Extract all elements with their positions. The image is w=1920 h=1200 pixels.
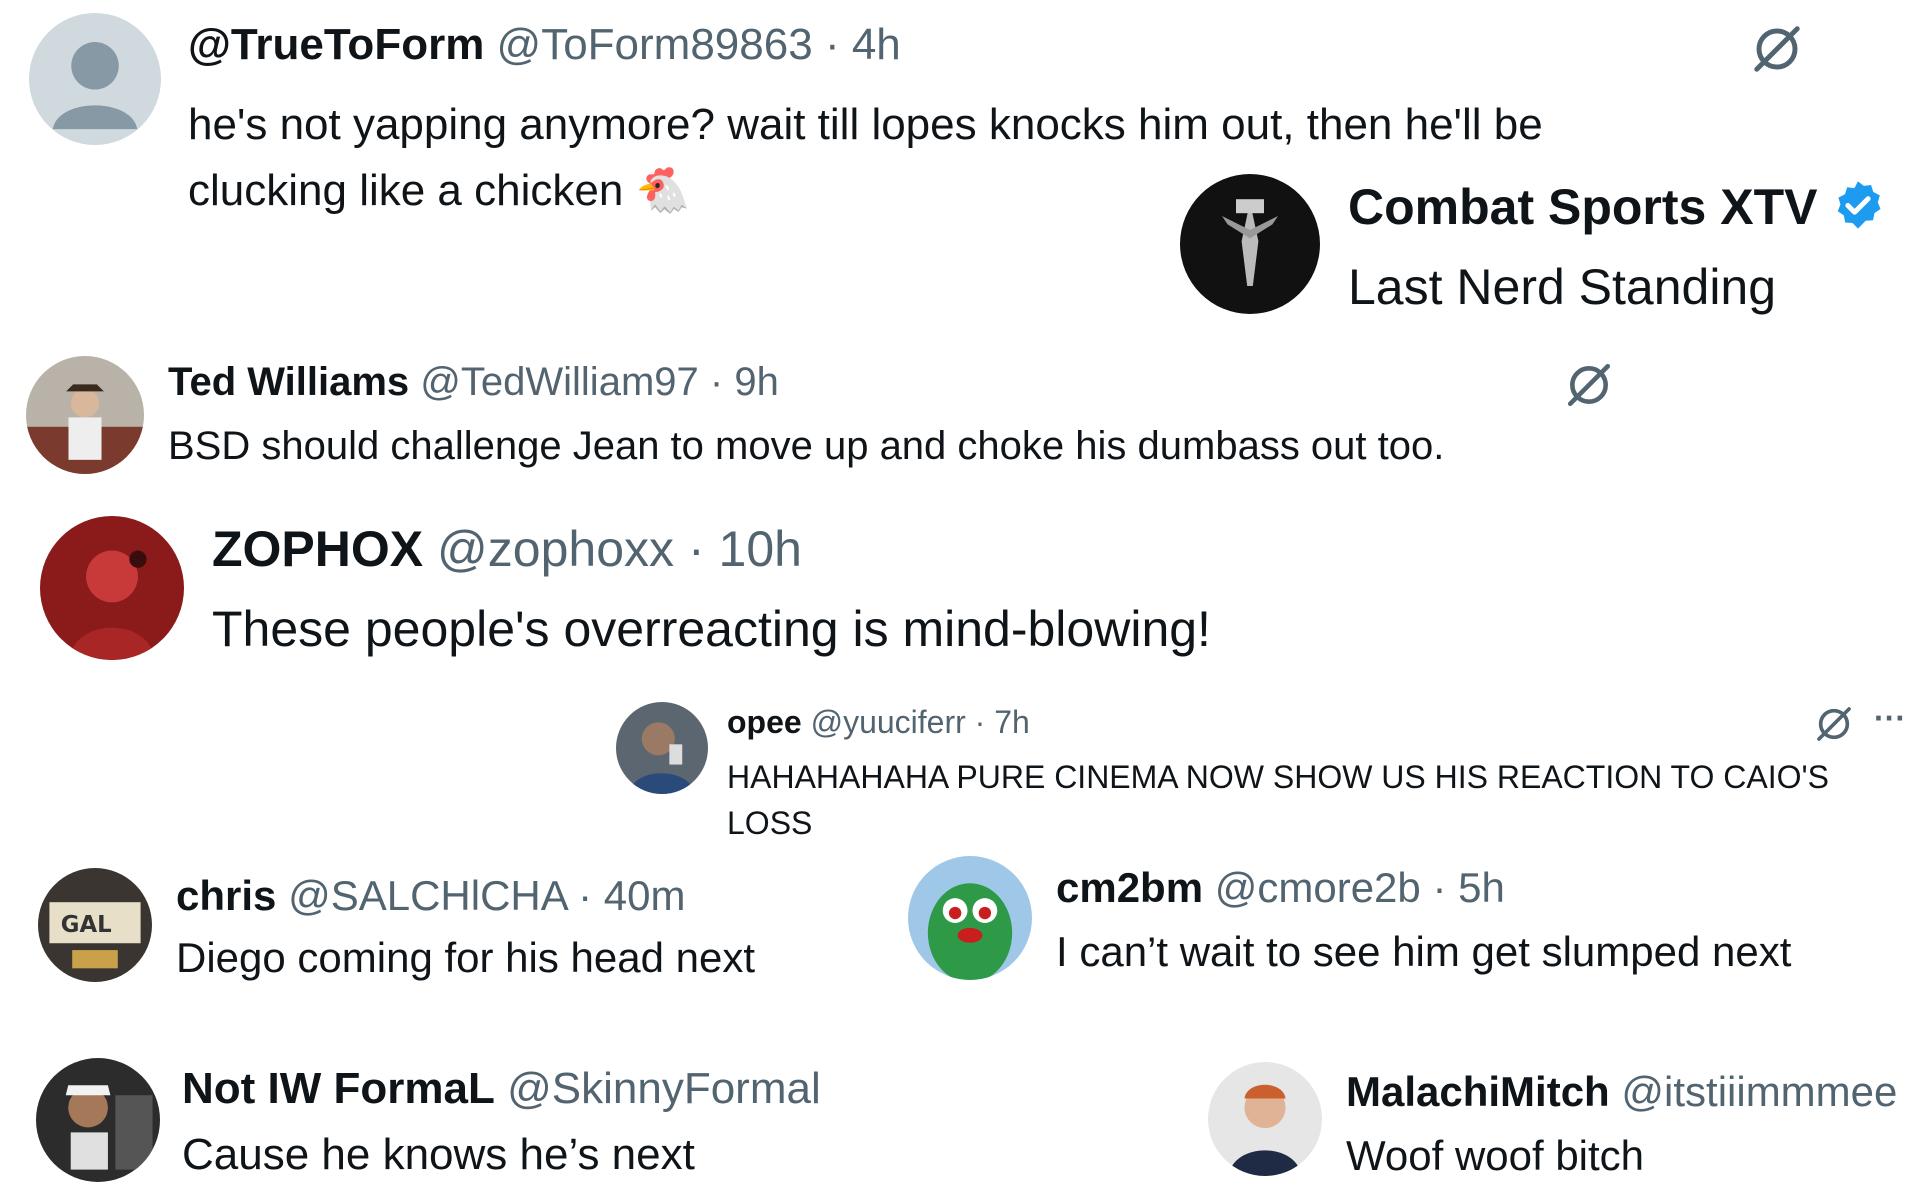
post-text: HAHAHAHAHA PURE CINEMA NOW SHOW US HIS R… <box>727 754 1907 846</box>
separator: · <box>824 20 840 69</box>
grok-icon[interactable] <box>1814 704 1854 744</box>
user-handle[interactable]: @itstiiimmmee <box>1621 1068 1897 1115</box>
timestamp[interactable]: 7h <box>994 704 1030 740</box>
display-name[interactable]: chris <box>176 872 276 919</box>
post-header: chris @SALCHlCHA · 40m <box>176 872 685 920</box>
display-name[interactable]: opee <box>727 704 802 740</box>
svg-text:GAL: GAL <box>61 912 112 938</box>
zophox-avatar[interactable] <box>40 516 184 660</box>
separator: · <box>974 704 986 740</box>
profile-subtitle: Last Nerd Standing <box>1348 259 1777 315</box>
malachimitch-avatar[interactable] <box>1208 1062 1322 1176</box>
post-text: Cause he knows he’s next <box>182 1130 695 1179</box>
timestamp[interactable]: 5h <box>1458 864 1505 911</box>
cm2bm-avatar[interactable] <box>908 856 1032 980</box>
chris-avatar[interactable]: GAL <box>38 868 152 982</box>
post-header: opee @yuuciferr · 7h <box>727 704 1030 741</box>
post-header: Ted Williams @TedWilliam97 · 9h <box>168 360 779 405</box>
display-name[interactable]: MalachiMitch <box>1346 1068 1610 1115</box>
display-name[interactable]: ZOPHOX <box>212 521 423 577</box>
timestamp[interactable]: 4h <box>852 20 901 69</box>
user-handle[interactable]: @SALCHlCHA <box>288 872 566 919</box>
verified-badge-icon <box>1831 178 1885 244</box>
display-name[interactable]: Ted Williams <box>168 360 409 404</box>
user-handle[interactable]: @zophoxx <box>437 521 674 577</box>
profile-header: Combat Sports XTV <box>1348 178 1885 244</box>
post-text: BSD should challenge Jean to move up and… <box>168 424 1445 468</box>
post-header: cm2bm @cmore2b · 5h <box>1056 864 1505 912</box>
post-text: I can’t wait to see him get slumped next <box>1056 928 1792 975</box>
grok-icon[interactable] <box>1564 360 1614 410</box>
user-handle[interactable]: @yuuciferr <box>811 704 966 740</box>
timestamp[interactable]: 9h <box>734 360 779 404</box>
post-text: Diego coming for his head next <box>176 934 755 981</box>
more-options-icon[interactable]: ··· <box>1874 700 1906 737</box>
chicken-emoji: 🐔 <box>635 166 691 215</box>
grok-icon[interactable] <box>1750 22 1804 76</box>
user-handle[interactable]: @TedWilliam97 <box>420 360 698 404</box>
ted-williams-avatar[interactable] <box>26 356 144 474</box>
display-name[interactable]: cm2bm <box>1056 864 1203 911</box>
default-avatar[interactable] <box>29 13 161 145</box>
timestamp[interactable]: 10h <box>719 521 802 577</box>
display-name[interactable]: Not IW FormaL <box>182 1064 495 1113</box>
display-name[interactable]: @TrueToForm <box>188 20 484 69</box>
post-text-line: LOSS <box>727 805 813 841</box>
separator: · <box>687 521 705 577</box>
not-iw-formal-avatar[interactable] <box>36 1058 160 1182</box>
user-handle[interactable]: @SkinnyFormal <box>507 1064 821 1113</box>
user-handle[interactable]: @ToForm89863 <box>497 20 813 69</box>
post-header: MalachiMitch @itstiiimmmee <box>1346 1068 1897 1116</box>
combat-sports-avatar[interactable] <box>1180 174 1320 314</box>
opee-avatar[interactable] <box>616 702 708 794</box>
user-handle[interactable]: @cmore2b <box>1215 864 1421 911</box>
post-text: Woof woof bitch <box>1346 1132 1645 1179</box>
post-text: These people's overreacting is mind-blow… <box>212 601 1211 657</box>
separator: · <box>578 872 593 919</box>
post-header: @TrueToForm @ToForm89863 · 4h <box>188 20 901 70</box>
post-text-line: HAHAHAHAHA PURE CINEMA NOW SHOW US HIS R… <box>727 759 1829 795</box>
post-text-line-content: clucking like a chicken <box>188 166 624 215</box>
separator: · <box>709 360 724 404</box>
timestamp[interactable]: 40m <box>604 872 686 919</box>
display-name[interactable]: Combat Sports XTV <box>1348 179 1817 235</box>
post-text-line: he's not yapping anymore? wait till lope… <box>188 100 1543 149</box>
post-header: Not IW FormaL @SkinnyFormal <box>182 1064 821 1114</box>
post-header: ZOPHOX @zophoxx · 10h <box>212 520 802 578</box>
separator: · <box>1432 864 1447 911</box>
